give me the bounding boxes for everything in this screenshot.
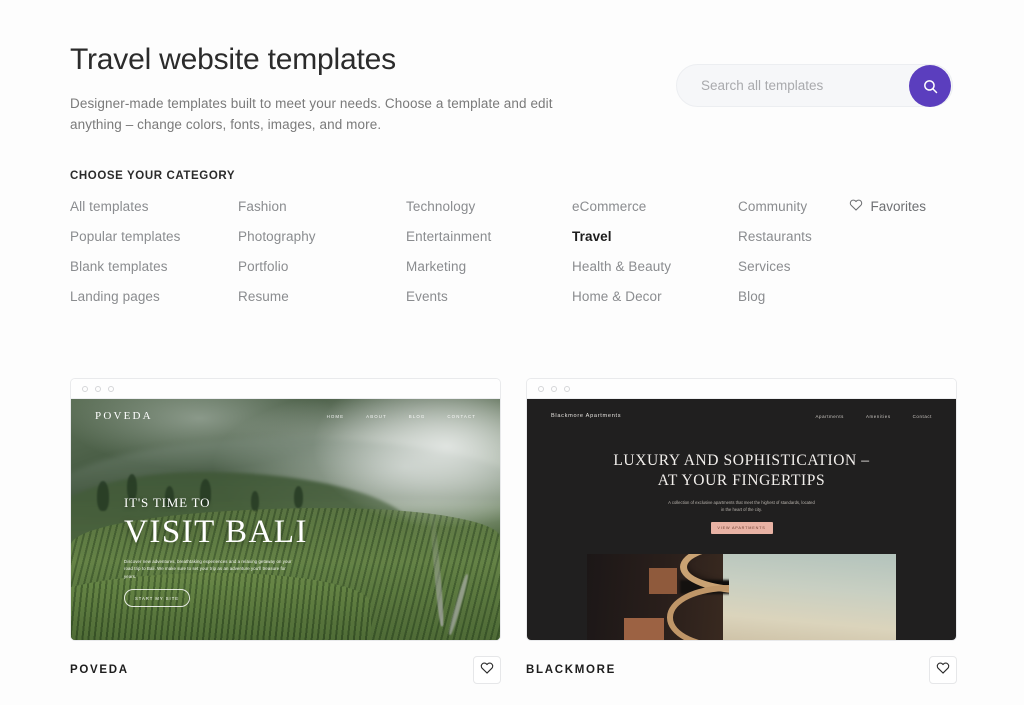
page-title: Travel website templates [70, 43, 396, 76]
preview-nav-item: ABOUT [366, 413, 387, 419]
search-button[interactable] [909, 65, 951, 107]
preview-navbar: Blackmore Apartments Apartments Amenitie… [527, 399, 956, 433]
category-item-home-decor[interactable]: Home & Decor [572, 290, 738, 304]
browser-chrome-bar [71, 379, 500, 399]
category-item-photography[interactable]: Photography [238, 230, 406, 244]
preview-nav-item: HOME [326, 413, 345, 419]
heart-icon [936, 661, 950, 679]
category-item-restaurants[interactable]: Restaurants [738, 230, 878, 244]
preview-nav-item: Apartments [815, 413, 844, 419]
blackmore-architecture-photo [587, 554, 896, 640]
preview-cta-button: START MY SITE [124, 589, 190, 607]
page-header: Travel website templates Designer-made t… [0, 0, 1024, 150]
chrome-dot-icon [538, 385, 544, 392]
preview-nav-items: Apartments Amenities Contact [816, 414, 932, 419]
category-item-entertainment[interactable]: Entertainment [406, 230, 572, 244]
template-preview-blackmore: Blackmore Apartments Apartments Amenitie… [527, 399, 956, 640]
preview-hero-kicker: IT'S TIME TO [124, 494, 211, 510]
category-item-ecommerce[interactable]: eCommerce [572, 200, 738, 214]
favorite-button[interactable] [929, 656, 957, 684]
category-section: CHOOSE YOUR CATEGORY All templates Fashi… [70, 170, 970, 304]
preview-hero-title: VISIT BALI [124, 513, 308, 550]
search-bar[interactable] [676, 64, 953, 107]
chrome-dot-icon [551, 385, 557, 392]
category-item-events[interactable]: Events [406, 290, 572, 304]
preview-hero-block: LUXURY AND SOPHISTICATION – AT YOUR FING… [527, 451, 956, 534]
category-heading: CHOOSE YOUR CATEGORY [70, 170, 236, 182]
chrome-dot-icon [108, 385, 114, 392]
heart-icon [849, 198, 863, 214]
favorite-button[interactable] [473, 656, 501, 684]
preview-nav-item: CONTACT [447, 413, 476, 419]
preview-hero-body: A collection of exclusive apartments tha… [668, 500, 815, 512]
preview-nav-item: Amenities [865, 413, 891, 419]
preview-hero-title-line1: LUXURY AND SOPHISTICATION – [613, 452, 870, 469]
favorites-label: Favorites [870, 198, 926, 214]
category-item-technology[interactable]: Technology [406, 200, 572, 214]
category-item-all-templates[interactable]: All templates [70, 200, 238, 214]
preview-nav-items: HOME ABOUT BLOG CONTACT [327, 414, 476, 419]
category-item-blank-templates[interactable]: Blank templates [70, 260, 238, 274]
template-preview-frame[interactable]: POVEDA HOME ABOUT BLOG CONTACT IT'S TIME… [70, 378, 501, 641]
category-item-marketing[interactable]: Marketing [406, 260, 572, 274]
category-item-services[interactable]: Services [738, 260, 878, 274]
template-card-blackmore[interactable]: Blackmore Apartments Apartments Amenitie… [526, 378, 957, 684]
preview-navbar: POVEDA HOME ABOUT BLOG CONTACT [71, 399, 500, 433]
favorites-link[interactable]: Favorites [849, 198, 926, 214]
search-input[interactable] [699, 77, 889, 94]
template-name: BLACKMORE [526, 664, 617, 676]
preview-cta-button: VIEW APARTMENTS [710, 522, 773, 534]
template-preview-poveda: POVEDA HOME ABOUT BLOG CONTACT IT'S TIME… [71, 399, 500, 640]
card-footer: BLACKMORE [526, 656, 957, 684]
category-item-resume[interactable]: Resume [238, 290, 406, 304]
category-item-health-beauty[interactable]: Health & Beauty [572, 260, 738, 274]
preview-nav-item: Contact [912, 413, 932, 419]
category-item-fashion[interactable]: Fashion [238, 200, 406, 214]
category-item-travel[interactable]: Travel [572, 230, 738, 244]
preview-hero-block: IT'S TIME TO VISIT BALI Discover new adv… [124, 495, 404, 607]
page-subtitle: Designer-made templates built to meet yo… [70, 96, 553, 132]
template-cards: POVEDA HOME ABOUT BLOG CONTACT IT'S TIME… [70, 378, 957, 684]
search-icon [922, 78, 939, 95]
card-footer: POVEDA [70, 656, 501, 684]
category-item-landing-pages[interactable]: Landing pages [70, 290, 238, 304]
preview-hero-title-line2: AT YOUR FINGERTIPS [657, 472, 826, 489]
category-grid: All templates Fashion Technology eCommer… [70, 200, 970, 304]
category-item-blog[interactable]: Blog [738, 290, 878, 304]
chrome-dot-icon [82, 385, 88, 392]
template-preview-frame[interactable]: Blackmore Apartments Apartments Amenitie… [526, 378, 957, 641]
category-item-portfolio[interactable]: Portfolio [238, 260, 406, 274]
preview-hero-body: Discover new adventures, breathtaking ex… [124, 558, 292, 579]
templates-page: Travel website templates Designer-made t… [0, 0, 1024, 705]
preview-logo: POVEDA [95, 410, 153, 422]
template-name: POVEDA [70, 664, 129, 676]
template-card-poveda[interactable]: POVEDA HOME ABOUT BLOG CONTACT IT'S TIME… [70, 378, 501, 684]
browser-chrome-bar [527, 379, 956, 399]
category-item-popular-templates[interactable]: Popular templates [70, 230, 238, 244]
chrome-dot-icon [95, 385, 101, 392]
preview-nav-item: BLOG [408, 413, 426, 419]
chrome-dot-icon [564, 385, 570, 392]
preview-logo: Blackmore Apartments [551, 413, 622, 419]
heart-icon [480, 661, 494, 679]
